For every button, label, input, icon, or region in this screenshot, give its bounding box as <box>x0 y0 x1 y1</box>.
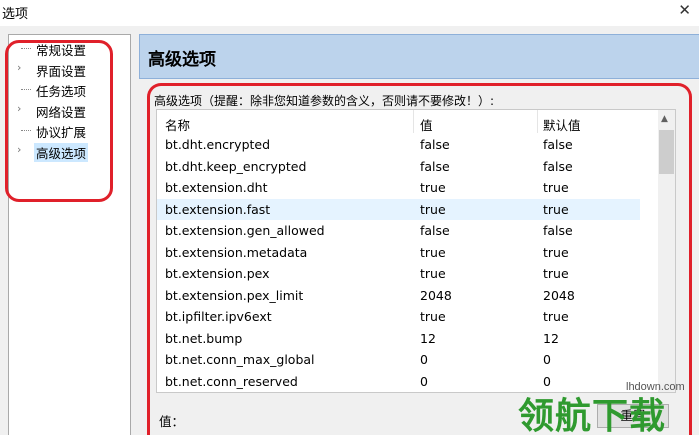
annotation-highlight-tree <box>5 40 113 202</box>
panel-header: 高级选项 <box>139 34 699 79</box>
panel-title: 高级选项 <box>148 50 216 70</box>
close-icon[interactable]: ✕ <box>678 1 691 19</box>
title-bar: 选项 ✕ <box>0 0 699 26</box>
watermark-logo: lhdown.com 领航下载 <box>513 381 699 435</box>
window-title: 选项 <box>2 7 29 22</box>
watermark-text: 领航下载 <box>518 396 667 435</box>
